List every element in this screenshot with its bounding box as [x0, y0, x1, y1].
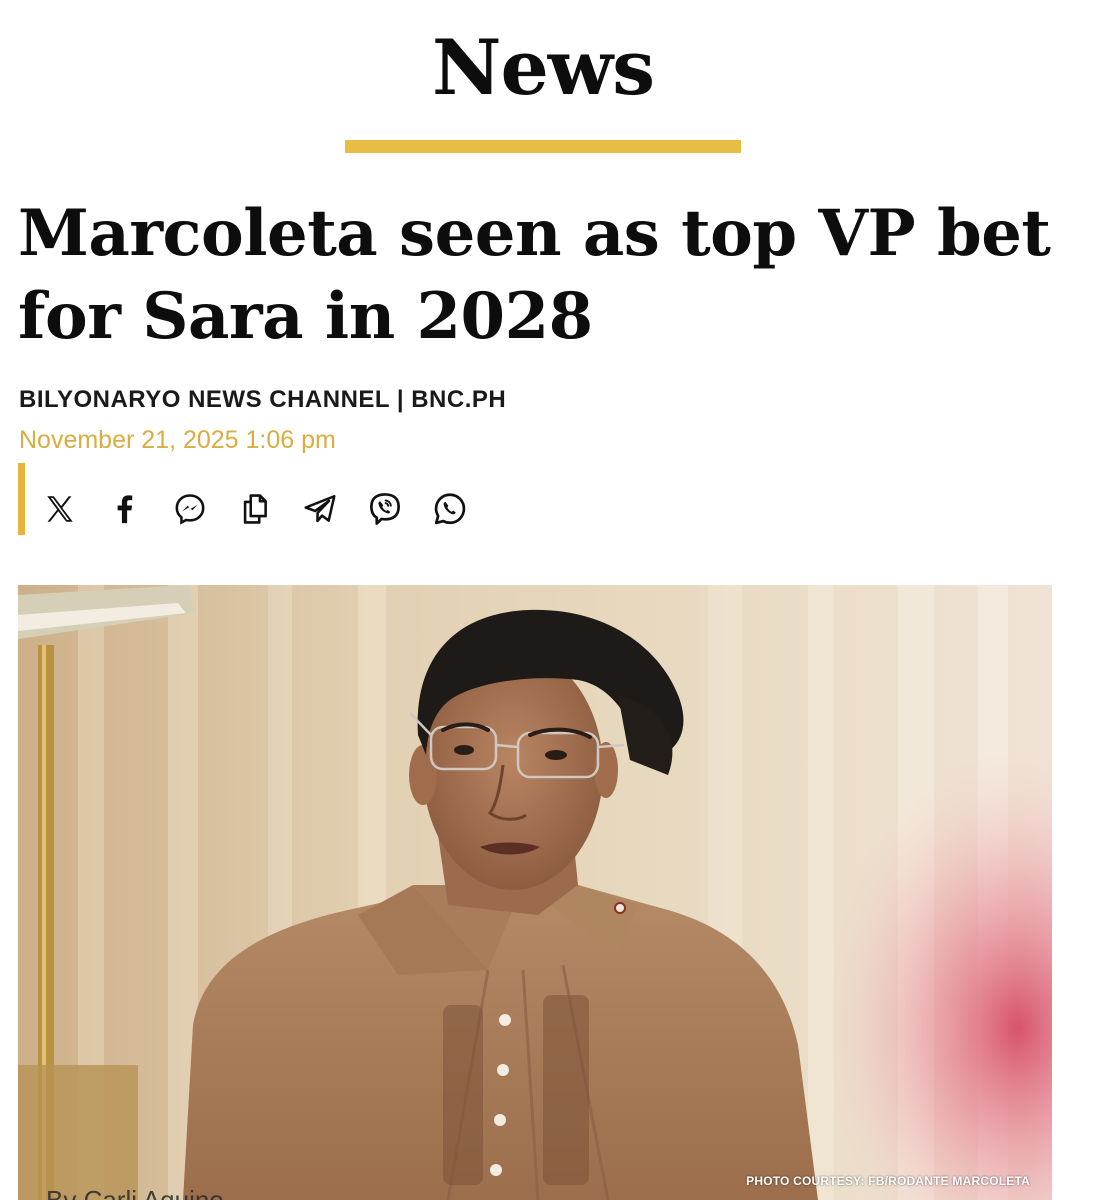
photo-credit: PHOTO COURTESY: FB/RODANTE MARCOLETA — [746, 1174, 1030, 1188]
share-bar — [18, 463, 518, 535]
facebook-icon[interactable] — [103, 487, 147, 531]
section-title: News — [431, 23, 655, 112]
article-date: November 21, 2025 1:06 pm — [19, 426, 336, 454]
author-byline-peek: By Carli Aquino — [46, 1185, 224, 1200]
article-headline: Marcoleta seen as top VP bet for Sara in… — [18, 196, 1051, 354]
viber-icon[interactable] — [363, 487, 407, 531]
article-byline[interactable]: BILYONARYO NEWS CHANNEL | BNC.PH — [19, 384, 506, 416]
share-bar-accent — [18, 463, 25, 535]
telegram-icon[interactable] — [298, 487, 342, 531]
hero-photo-illustration — [18, 585, 1052, 1200]
hero-image: PHOTO COURTESY: FB/RODANTE MARCOLETA By … — [18, 585, 1052, 1200]
messenger-icon[interactable] — [168, 487, 212, 531]
copy-link-icon[interactable] — [233, 487, 277, 531]
section-title-underline — [345, 140, 741, 153]
x-icon[interactable] — [38, 487, 82, 531]
whatsapp-icon[interactable] — [428, 487, 472, 531]
